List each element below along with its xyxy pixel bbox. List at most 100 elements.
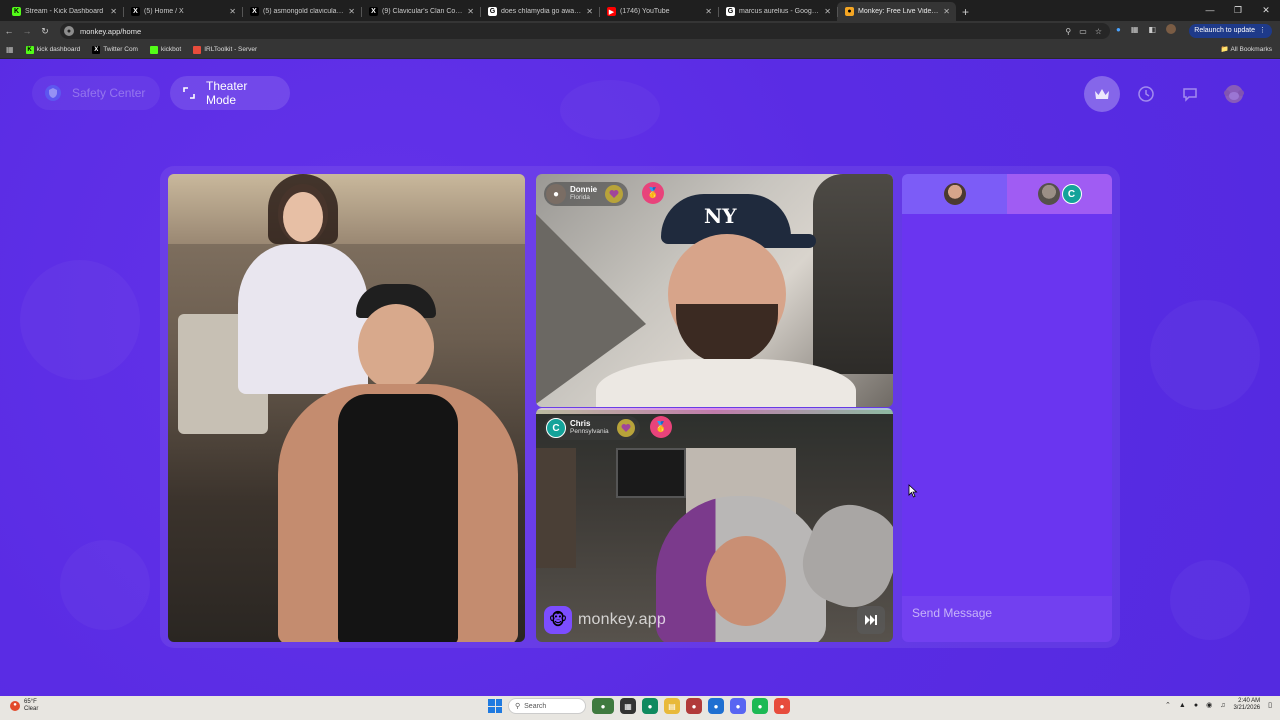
site-info-icon[interactable]: ● xyxy=(64,26,74,36)
maximize-icon[interactable]: ❐ xyxy=(1224,0,1252,21)
mouse-cursor-icon xyxy=(908,484,918,498)
skip-next-button[interactable] xyxy=(857,606,885,634)
system-tray: ⌃ ▲ ● ◉ ♫ 2:40 AM 3/21/2026 ▯ xyxy=(1165,698,1272,712)
bookmark-item[interactable]: Kkick dashboard xyxy=(25,45,80,54)
obs-icon[interactable]: ● xyxy=(774,698,790,714)
reload-icon[interactable]: ↻ xyxy=(36,26,54,37)
all-bookmarks-label: All Bookmarks xyxy=(1230,46,1272,53)
background-tv xyxy=(616,448,686,498)
clock-date: 3/21/2026 xyxy=(1233,705,1261,712)
tab-close-icon[interactable]: ✕ xyxy=(348,7,355,16)
start-windows-icon[interactable] xyxy=(488,699,502,713)
chat-tab-chris[interactable]: C xyxy=(1007,174,1112,214)
browser-tab[interactable]: K Stream - Kick Dashboard ✕ xyxy=(4,2,123,21)
task-view-icon[interactable]: ▦ xyxy=(620,698,636,714)
heart-icon[interactable] xyxy=(616,419,635,437)
string-lights xyxy=(536,408,893,414)
mic-icon[interactable]: ● xyxy=(1194,702,1198,709)
browser-tab[interactable]: Gmarcus aurelius - Google Sear ✕ xyxy=(718,2,837,21)
widget-app-icon[interactable]: ● xyxy=(592,698,614,714)
profile-monkey-icon[interactable] xyxy=(1216,76,1252,112)
tab-title: does chlamydia go away - Goo xyxy=(501,8,582,15)
background-decoration xyxy=(20,260,140,380)
chat-tab-donnie[interactable] xyxy=(902,174,1007,214)
chat-tabs: C xyxy=(902,174,1112,214)
user-info: Chris Pennsylvania xyxy=(570,420,609,436)
reward-badge-icon[interactable]: 🥇 xyxy=(642,182,664,204)
bookmark-item[interactable]: X Twitter Com xyxy=(92,45,138,54)
extensions-puzzle-icon[interactable]: ▦ xyxy=(1131,25,1139,34)
theater-mode-label: Theater Mode xyxy=(206,79,248,107)
bookmark-label: Twitter Com xyxy=(103,46,138,53)
file-explorer-icon[interactable]: ▤ xyxy=(664,698,680,714)
close-window-icon[interactable]: ✕ xyxy=(1252,0,1280,21)
tab-close-icon[interactable]: ✕ xyxy=(467,7,474,16)
theater-mode-button[interactable]: Theater Mode xyxy=(170,76,290,110)
omnibox[interactable]: ● monkey.app/home ⚲ ▭ ☆ xyxy=(60,23,1110,39)
browser-tab[interactable]: X (9) Clavicular's Clan Communi ✕ xyxy=(361,2,480,21)
heart-icon[interactable] xyxy=(605,185,624,203)
tab-close-icon[interactable]: ✕ xyxy=(943,7,950,16)
crown-icon[interactable] xyxy=(1084,76,1120,112)
user-name: Chris xyxy=(570,419,591,429)
top-right-icons xyxy=(1084,76,1252,112)
minimize-icon[interactable]: — xyxy=(1196,0,1224,21)
messages-icon[interactable] xyxy=(1172,76,1208,112)
kick-icon: K xyxy=(25,45,34,54)
weather-widget[interactable]: ● 65°F Clear xyxy=(10,699,38,712)
send-message-input[interactable]: Send Message xyxy=(902,596,1112,642)
tab-close-icon[interactable]: ✕ xyxy=(586,7,593,16)
taskbar-search[interactable]: ⚲ Search xyxy=(508,698,586,714)
shield-icon xyxy=(45,85,61,101)
browser-tab[interactable]: X (5) asmongold clavicular - Sear ✕ xyxy=(242,2,361,21)
x-icon: X xyxy=(250,7,259,16)
brand-text: monkey.app xyxy=(578,611,666,628)
bookmark-item[interactable]: kickbot xyxy=(149,45,181,54)
all-bookmarks-button[interactable]: 📁 All Bookmarks xyxy=(1221,45,1272,53)
notification-icon[interactable]: ▯ xyxy=(1268,701,1272,709)
browser-tab[interactable]: X (5) Home / X ✕ xyxy=(123,2,242,21)
safety-center-button[interactable]: Safety Center xyxy=(32,76,160,110)
wifi-icon[interactable]: ◉ xyxy=(1206,701,1212,709)
tab-close-icon[interactable]: ✕ xyxy=(229,7,236,16)
back-icon[interactable]: ← xyxy=(0,26,18,36)
local-video-feed xyxy=(168,174,525,642)
side-panel-icon[interactable]: ◧ xyxy=(1148,25,1156,34)
zoom-icon[interactable]: ⚲ xyxy=(1065,27,1071,36)
youtube-icon: ▶ xyxy=(607,7,616,16)
bookmark-item[interactable]: IRLToolkit - Server xyxy=(193,45,257,54)
spotify-icon[interactable]: ● xyxy=(752,698,768,714)
cast-icon[interactable]: ▭ xyxy=(1079,27,1087,36)
tab-close-icon[interactable]: ✕ xyxy=(824,7,831,16)
browser-tab[interactable]: ▶ (1746) YouTube ✕ xyxy=(599,2,718,21)
fast-forward-icon xyxy=(865,615,877,625)
forward-icon[interactable]: → xyxy=(18,26,36,36)
app-icon[interactable]: ● xyxy=(686,698,702,714)
user-location: Pennsylvania xyxy=(570,428,609,436)
history-clock-icon[interactable] xyxy=(1128,76,1164,112)
browser-tab[interactable]: ● Monkey: Free Live Video C ✕ xyxy=(837,2,956,21)
chrome-icon[interactable]: ● xyxy=(708,698,724,714)
tray-chevron-icon[interactable]: ⌃ xyxy=(1165,701,1171,709)
clock[interactable]: 2:40 AM 3/21/2026 xyxy=(1233,698,1260,712)
volume-icon[interactable]: ♫ xyxy=(1220,702,1225,709)
network-icon[interactable]: ▲ xyxy=(1179,702,1186,709)
extension-icon[interactable]: ● xyxy=(1116,25,1121,34)
bookmark-star-icon[interactable]: ☆ xyxy=(1095,27,1102,36)
background-decoration xyxy=(60,540,150,630)
tab-close-icon[interactable]: ✕ xyxy=(110,7,117,16)
reward-badge-icon[interactable]: 🥇 xyxy=(650,416,672,438)
profile-avatar-icon[interactable] xyxy=(1165,24,1176,34)
monkey-app-page: Safety Center Theater Mode NY ● Donnie F… xyxy=(0,60,1280,696)
more-menu-icon[interactable]: ⋮ xyxy=(1259,27,1266,34)
new-tab-button[interactable]: + xyxy=(956,2,975,21)
relaunch-update-button[interactable]: Relaunch to update ⋮ xyxy=(1189,24,1272,38)
apps-grid-icon[interactable]: ▦ xyxy=(6,45,14,54)
chat-panel: C Send Message xyxy=(902,174,1112,642)
url-text[interactable]: monkey.app/home xyxy=(80,27,141,36)
tab-close-icon[interactable]: ✕ xyxy=(705,7,712,16)
browser-tab[interactable]: Gdoes chlamydia go away - Goo ✕ xyxy=(480,2,599,21)
discord-icon[interactable]: ● xyxy=(730,698,746,714)
send-message-placeholder: Send Message xyxy=(912,606,993,620)
edge-icon[interactable]: ● xyxy=(642,698,658,714)
